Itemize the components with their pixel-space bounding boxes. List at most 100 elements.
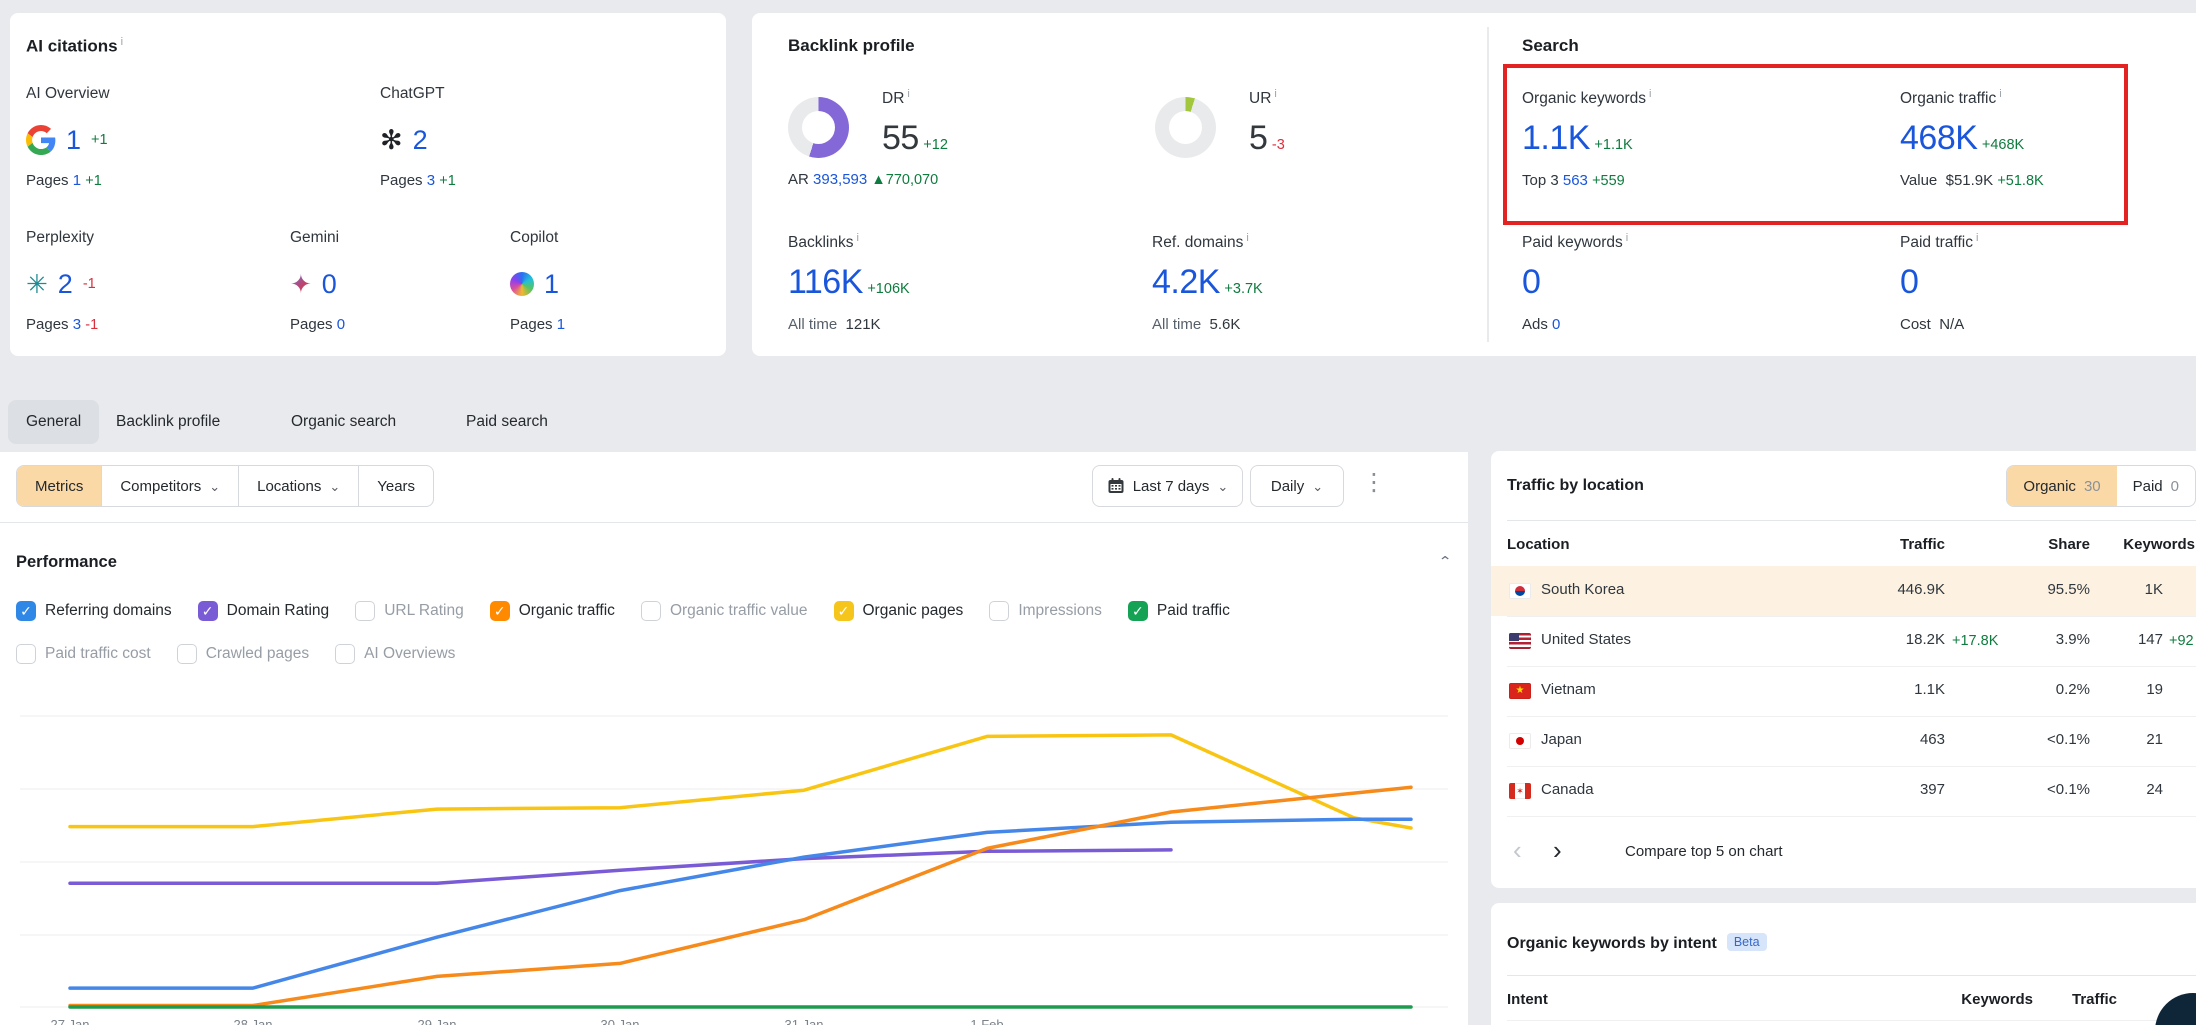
table-row-japan[interactable]: Japan 463 <0.1% 21 xyxy=(1491,716,2196,766)
competitors-filter-button[interactable]: Competitors⌄ xyxy=(102,466,239,506)
checkbox-impressions[interactable]: Impressions xyxy=(989,601,1102,621)
pages-count-link[interactable]: 1 xyxy=(557,316,565,333)
svg-text:30 Jan: 30 Jan xyxy=(600,1017,639,1025)
table-row-canada[interactable]: ✶ Canada 397 <0.1% 24 xyxy=(1491,766,2196,816)
chatgpt-count: 2 xyxy=(413,125,428,155)
ar-rank-link[interactable]: 393,593 xyxy=(813,171,867,188)
more-options-menu[interactable]: ⋮ xyxy=(1362,474,1386,492)
pages-count-link[interactable]: 3 xyxy=(427,172,435,189)
ads-count-link[interactable]: 0 xyxy=(1552,316,1560,333)
info-icon[interactable]: i xyxy=(1976,232,1978,244)
column-header-keywords: Keywords xyxy=(2045,536,2195,553)
backlink-and-search-card: Backlink profile DRi 55 +12 AR 393,593 ▲… xyxy=(752,13,2196,356)
checkbox-domain-rating[interactable]: Domain Rating xyxy=(198,601,330,621)
beta-badge: Beta xyxy=(1727,933,1767,951)
checkbox-organic-pages[interactable]: Organic pages xyxy=(834,601,964,621)
copilot-count: 1 xyxy=(544,269,559,299)
dr-metric: DRi 55 +12 xyxy=(882,83,1122,183)
next-page-chevron-icon[interactable]: › xyxy=(1553,837,1562,863)
table-row-united-states[interactable]: United States 18.2K +17.8K 3.9% 147 +92 xyxy=(1491,616,2196,666)
table-row-south-korea[interactable]: South Korea 446.9K 95.5% 1K xyxy=(1491,566,2196,616)
chatgpt-icon: ✻ xyxy=(380,125,403,155)
divider xyxy=(1507,816,2196,817)
chatgpt-metric: ChatGPT ✻ 2 Pages 3 +1 xyxy=(380,83,680,213)
google-icon xyxy=(26,125,56,155)
pages-count-link[interactable]: 1 xyxy=(73,172,81,189)
table-row-vietnam[interactable]: ★ Vietnam 1.1K 0.2% 19 xyxy=(1491,666,2196,716)
years-filter-button[interactable]: Years xyxy=(359,466,433,506)
keywords-count-link[interactable]: 147 xyxy=(2013,631,2163,648)
chevron-down-icon: ⌄ xyxy=(209,480,220,493)
svg-text:31 Jan: 31 Jan xyxy=(784,1017,823,1025)
paid-keywords-metric: Paid keywordsi 0 Ads 0 xyxy=(1522,227,1852,357)
perplexity-metric: Perplexity ✳ 2 -1 Pages 3 -1 xyxy=(26,227,266,357)
info-icon[interactable]: i xyxy=(1274,88,1276,100)
svg-text:1 Feb: 1 Feb xyxy=(970,1017,1003,1025)
divider xyxy=(1507,520,2196,521)
chevron-down-icon: ⌄ xyxy=(329,480,340,493)
svg-text:28 Jan: 28 Jan xyxy=(233,1017,272,1025)
info-icon[interactable]: i xyxy=(121,36,123,48)
info-icon[interactable]: i xyxy=(1626,232,1628,244)
flag-vietnam-icon: ★ xyxy=(1509,683,1531,704)
ref-domains-metric: Ref. domainsi 4.2K +3.7K All time 5.6K xyxy=(1152,227,1452,347)
locations-filter-button[interactable]: Locations⌄ xyxy=(239,466,359,506)
column-header-traffic: Traffic xyxy=(2037,991,2117,1008)
info-icon[interactable]: i xyxy=(1246,232,1248,244)
checkbox-organic-traffic-value[interactable]: Organic traffic value xyxy=(641,601,808,621)
compare-top5-link[interactable]: Compare top 5 on chart xyxy=(1625,843,1783,860)
calendar-icon xyxy=(1107,477,1125,495)
tab-general[interactable]: General xyxy=(8,400,99,444)
ai-overview-count: 1 xyxy=(66,125,81,155)
keywords-count-link[interactable]: 1K xyxy=(2013,581,2163,598)
flag-japan-icon xyxy=(1509,733,1531,754)
paid-keywords-value: 0 xyxy=(1522,263,1540,301)
copilot-icon xyxy=(510,272,534,296)
divider xyxy=(1507,975,2196,976)
pages-count-link[interactable]: 3 xyxy=(73,316,81,333)
paid-traffic-metric: Paid traffici 0 Cost N/A xyxy=(1900,227,2196,357)
info-icon[interactable]: i xyxy=(856,232,858,244)
ai-overview-metric: AI Overview 1 +1 Pages 1 +1 xyxy=(26,83,356,213)
date-range-button[interactable]: Last 7 days⌄ xyxy=(1092,465,1243,507)
metrics-filter-button[interactable]: Metrics xyxy=(17,466,102,506)
keywords-count-link[interactable]: 24 xyxy=(2013,781,2163,798)
ur-metric: URi 5 -3 xyxy=(1249,83,1449,183)
ref-domains-value-link[interactable]: 4.2K xyxy=(1152,263,1220,301)
gemini-count: 0 xyxy=(322,269,337,299)
ai-citations-card: AI citationsi AI Overview 1 +1 Pages 1 +… xyxy=(10,13,726,356)
copilot-metric: Copilot 1 Pages 1 xyxy=(510,227,710,357)
dr-donut xyxy=(788,97,849,158)
toggle-paid[interactable]: Paid0 xyxy=(2117,466,2195,506)
keywords-count-link[interactable]: 21 xyxy=(2013,731,2163,748)
column-header-traffic: Traffic xyxy=(1795,536,1945,553)
column-header-intent: Intent xyxy=(1507,991,1548,1008)
tab-organic-search[interactable]: Organic search xyxy=(291,400,396,444)
traffic-by-location-title: Traffic by location xyxy=(1507,477,1644,495)
toggle-organic[interactable]: Organic30 xyxy=(2007,466,2116,506)
tab-paid-search[interactable]: Paid search xyxy=(466,400,548,444)
overview-tabs: General Backlink profile Organic search … xyxy=(0,396,2196,446)
prev-page-chevron-icon[interactable]: ‹ xyxy=(1513,837,1522,863)
card-section-divider xyxy=(1487,27,1489,342)
checkbox-referring-domains[interactable]: Referring domains xyxy=(16,601,172,621)
backlinks-value-link[interactable]: 116K xyxy=(788,263,863,301)
ar-line: AR 393,593 ▲770,070 xyxy=(788,171,938,188)
gemini-icon: ✦ xyxy=(290,269,312,299)
metric-checkbox-row-1: Referring domains Domain Rating URL Rati… xyxy=(16,601,1230,621)
info-icon[interactable]: i xyxy=(907,88,909,100)
perplexity-icon: ✳ xyxy=(26,269,48,299)
checkbox-url-rating[interactable]: URL Rating xyxy=(355,601,464,621)
collapse-chevron-icon[interactable]: ⌃ xyxy=(1438,554,1452,570)
filter-segmented-control: Metrics Competitors⌄ Locations⌄ Years xyxy=(16,465,434,507)
checkbox-organic-traffic[interactable]: Organic traffic xyxy=(490,601,615,621)
granularity-button[interactable]: Daily⌄ xyxy=(1250,465,1344,507)
keywords-count-link[interactable]: 19 xyxy=(2013,681,2163,698)
tab-backlink-profile[interactable]: Backlink profile xyxy=(116,400,220,444)
gemini-metric: Gemini ✦ 0 Pages 0 xyxy=(290,227,490,357)
svg-text:27 Jan: 27 Jan xyxy=(50,1017,89,1025)
pages-count-link[interactable]: 0 xyxy=(337,316,345,333)
checkbox-paid-traffic[interactable]: Paid traffic xyxy=(1128,601,1230,621)
column-header-keywords: Keywords xyxy=(1933,991,2033,1008)
svg-text:29 Jan: 29 Jan xyxy=(417,1017,456,1025)
